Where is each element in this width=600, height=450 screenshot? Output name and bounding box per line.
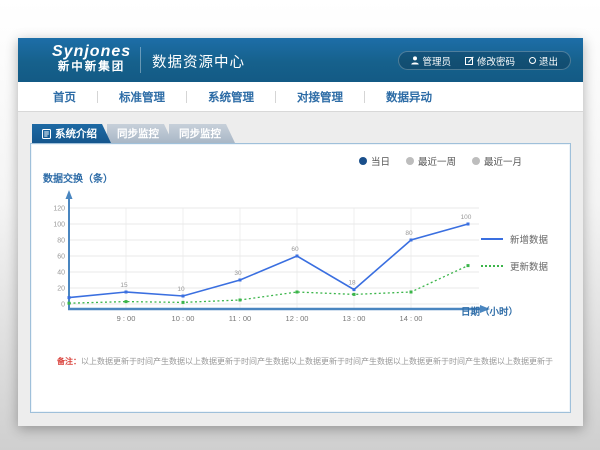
- svg-text:60: 60: [291, 246, 299, 253]
- svg-text:13 : 00: 13 : 00: [343, 314, 366, 323]
- radio-dot-icon: [359, 157, 367, 165]
- svg-text:100: 100: [53, 222, 65, 229]
- edit-icon: [465, 56, 474, 65]
- admin-user-button[interactable]: 管理员: [411, 54, 451, 68]
- radio-last-week[interactable]: 最近一周: [406, 154, 456, 168]
- svg-text:30: 30: [234, 270, 242, 277]
- blue-line-icon: [481, 238, 503, 240]
- radio-label: 当日: [371, 154, 390, 168]
- svg-text:14 : 00: 14 : 00: [400, 314, 423, 323]
- company-logo: Synjones 新中新集团: [52, 43, 131, 74]
- power-icon: [529, 57, 536, 64]
- tab-system-intro[interactable]: 系统介绍: [32, 124, 111, 143]
- app-window: Synjones 新中新集团 数据资源中心 管理员 修改密码: [18, 38, 583, 426]
- page-title: 数据资源中心: [152, 51, 245, 72]
- legend-label: 新增数据: [510, 232, 548, 246]
- nav-item-home[interactable]: 首页: [32, 89, 97, 105]
- chart-legend: 新增数据 更新数据: [481, 232, 548, 273]
- svg-text:40: 40: [57, 270, 65, 277]
- legend-item-updated-data[interactable]: 更新数据: [481, 259, 548, 273]
- radio-dot-icon: [472, 157, 480, 165]
- header-divider: [140, 47, 141, 73]
- svg-text:11 : 00: 11 : 00: [229, 314, 251, 323]
- svg-text:60: 60: [57, 254, 65, 261]
- svg-text:0: 0: [61, 302, 65, 309]
- app-header: Synjones 新中新集团 数据资源中心 管理员 修改密码: [18, 38, 583, 82]
- green-dotted-line-icon: [481, 265, 503, 267]
- svg-text:12 : 00: 12 : 00: [286, 314, 309, 323]
- nav-item-system-mgmt[interactable]: 系统管理: [187, 89, 275, 105]
- radio-last-month[interactable]: 最近一月: [472, 154, 522, 168]
- change-password-label: 修改密码: [477, 54, 515, 68]
- svg-text:80: 80: [57, 238, 65, 245]
- svg-text:10: 10: [177, 286, 185, 293]
- svg-text:120: 120: [53, 206, 65, 213]
- change-password-button[interactable]: 修改密码: [465, 54, 515, 68]
- user-icon: [411, 56, 419, 65]
- radio-label: 最近一月: [484, 154, 522, 168]
- logout-label: 退出: [539, 54, 558, 68]
- chart-panel: 当日 最近一周 最近一月 数据交换（条） 0 20 40 60 80 100 120 9 : …: [30, 143, 571, 413]
- legend-label: 更新数据: [510, 259, 548, 273]
- tab-bar: 系统介绍 同步监控 同步监控: [32, 124, 571, 143]
- document-icon: [42, 129, 51, 139]
- radio-label: 最近一周: [418, 154, 456, 168]
- main-nav: 首页 标准管理 系统管理 对接管理 数据异动: [18, 82, 583, 112]
- nav-item-interface-mgmt[interactable]: 对接管理: [276, 89, 364, 105]
- logo-company-name: 新中新集团: [52, 60, 131, 74]
- nav-item-standard-mgmt[interactable]: 标准管理: [98, 89, 186, 105]
- tab-sync-monitor-2[interactable]: 同步监控: [169, 124, 235, 143]
- tab-label: 同步监控: [179, 126, 221, 141]
- svg-text:100: 100: [461, 214, 472, 221]
- logo-brand-text: Synjones: [52, 43, 131, 60]
- time-range-radio-group: 当日 最近一周 最近一月: [359, 154, 522, 168]
- content-area: 系统介绍 同步监控 同步监控 当日 最近一周: [18, 112, 583, 426]
- tab-label: 同步监控: [117, 126, 159, 141]
- tab-sync-monitor-1[interactable]: 同步监控: [107, 124, 173, 143]
- svg-text:20: 20: [57, 286, 65, 293]
- radio-dot-icon: [406, 157, 414, 165]
- tab-label: 系统介绍: [55, 126, 97, 141]
- footnote: 备注：以上数据更新于时间产生数据以上数据更新于时间产生数据以上数据更新于时间产生…: [57, 356, 557, 367]
- nav-item-data-change[interactable]: 数据异动: [365, 89, 453, 105]
- radio-today[interactable]: 当日: [359, 154, 390, 168]
- svg-text:80: 80: [405, 230, 413, 237]
- svg-text:18: 18: [348, 280, 356, 287]
- logout-button[interactable]: 退出: [529, 54, 558, 68]
- line-chart: 0 20 40 60 80 100 120 9 : 00 10 : 00 11 : 00 12 : …: [39, 184, 509, 339]
- legend-item-new-data[interactable]: 新增数据: [481, 232, 548, 246]
- svg-text:15: 15: [120, 282, 128, 289]
- svg-text:9 : 00: 9 : 00: [117, 314, 136, 323]
- user-toolbar: 管理员 修改密码 退出: [398, 51, 571, 70]
- admin-user-label: 管理员: [422, 54, 451, 68]
- svg-text:10 : 00: 10 : 00: [172, 314, 195, 323]
- footnote-text: 以上数据更新于时间产生数据以上数据更新于时间产生数据以上数据更新于时间产生数据以…: [81, 357, 553, 366]
- y-axis-title: 数据交换（条）: [43, 170, 113, 185]
- footnote-prefix: 备注：: [57, 357, 81, 366]
